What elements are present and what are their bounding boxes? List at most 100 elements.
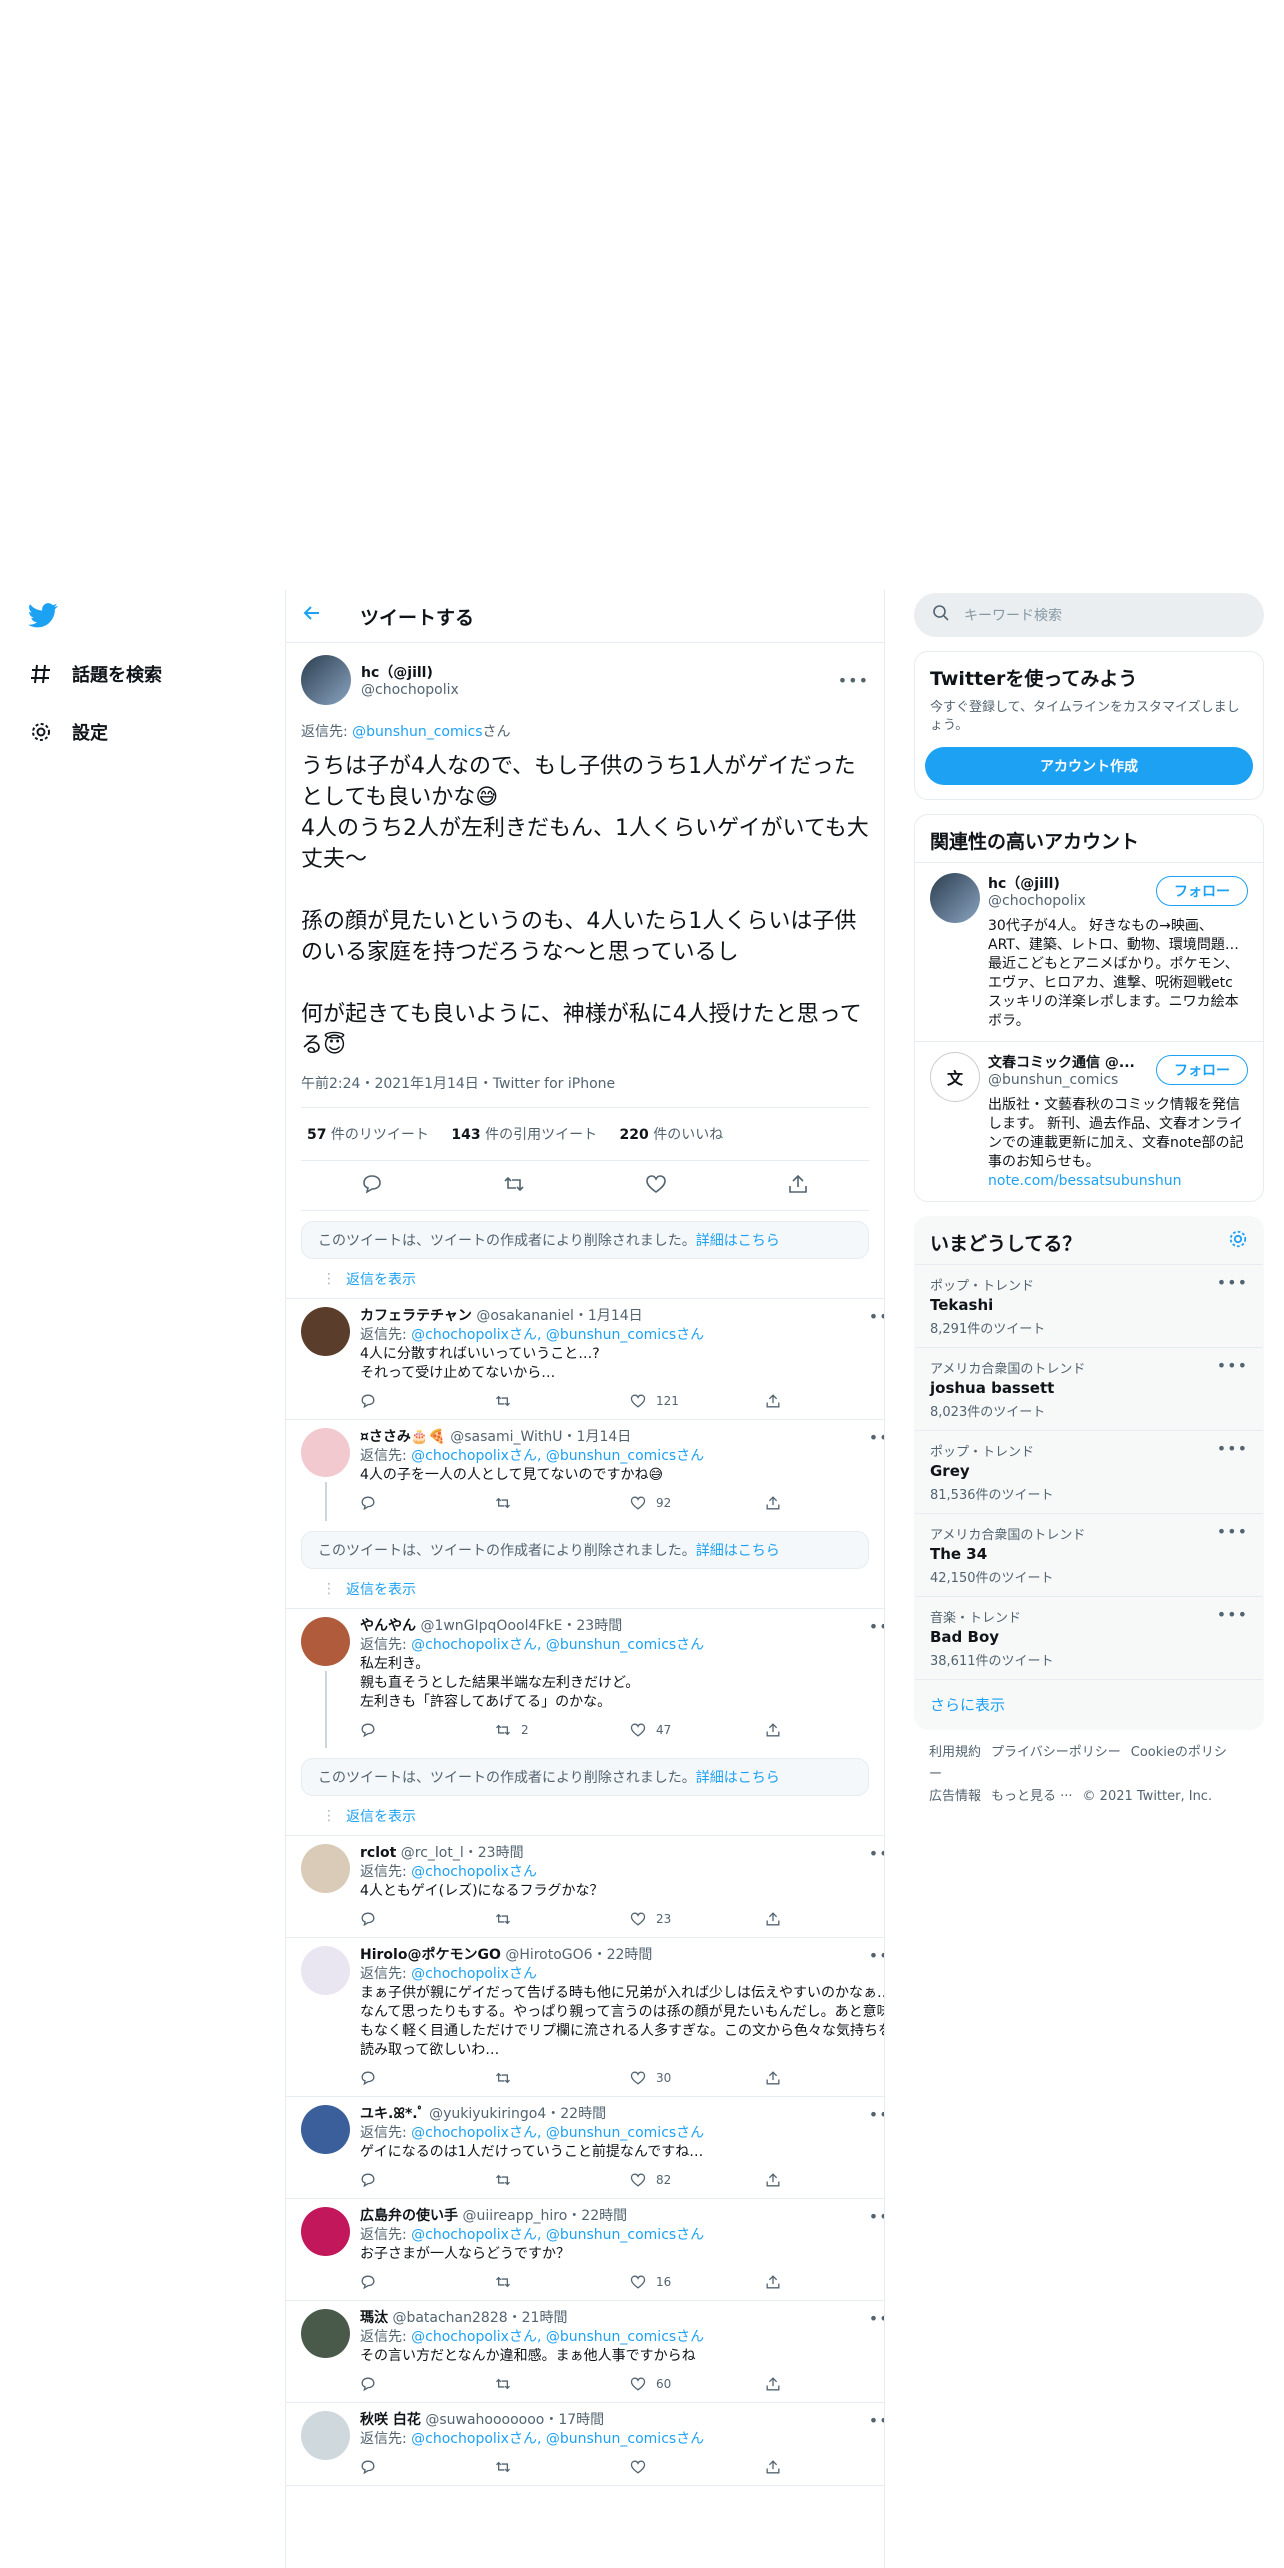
more-options-icon[interactable]: ••• — [1217, 1522, 1248, 1541]
follow-button[interactable]: フォロー — [1156, 876, 1248, 906]
avatar[interactable] — [930, 873, 980, 923]
avatar[interactable] — [301, 1617, 350, 1666]
more-options-icon[interactable]: ••• — [869, 1428, 884, 1447]
like-icon[interactable]: 82 — [630, 2170, 765, 2190]
reply-to-link[interactable]: @chochopolixさん — [411, 1864, 537, 1880]
account-name[interactable]: 文春コミック通信 @... — [988, 1052, 1135, 1072]
more-link[interactable]: もっと見る ··· — [991, 1789, 1073, 1804]
retweet-icon[interactable] — [503, 1173, 525, 1199]
reply-to-link[interactable]: @chochopolixさん, @bunshun_comicsさん — [411, 2227, 704, 2243]
reply-icon[interactable] — [360, 2374, 495, 2394]
privacy-link[interactable]: プライバシーポリシー — [991, 1745, 1121, 1760]
reply-tweet[interactable]: Hirolo@ポケモンGO @HirotoGO6・22時間 ••• 返信先: @ch… — [286, 1938, 884, 2097]
reply-tweet[interactable]: 秋咲 白花 @suwahooooooo・17時間 ••• 返信先: @chochop… — [286, 2403, 884, 2486]
share-icon[interactable] — [765, 1391, 884, 1411]
reply-tweet[interactable]: rclot @rc_lot_l・23時間 ••• 返信先: @chochopolix… — [286, 1836, 884, 1938]
author-handle[interactable]: @osakananiel — [476, 1307, 574, 1326]
reply-icon[interactable] — [360, 2272, 495, 2292]
author-name[interactable]: カフェラテチャン — [360, 1307, 472, 1326]
author-name[interactable]: hc（@jill) — [361, 662, 459, 682]
trend-item[interactable]: アメリカ合衆国のトレンド joshua bassett 8,023件のツイート ••• — [915, 1347, 1263, 1430]
like-icon[interactable]: 47 — [630, 1720, 765, 1740]
like-icon[interactable]: 92 — [630, 1493, 765, 1513]
avatar[interactable] — [301, 2105, 350, 2154]
back-arrow-icon[interactable] — [302, 603, 330, 629]
share-icon[interactable] — [765, 1909, 884, 1929]
share-icon[interactable] — [787, 1173, 809, 1199]
more-options-icon[interactable]: ••• — [869, 2105, 884, 2124]
author-handle[interactable]: @1wnGIpqOool4FkE — [420, 1617, 562, 1636]
retweet-icon[interactable] — [495, 2272, 630, 2292]
share-icon[interactable] — [765, 2170, 884, 2190]
tweet-meta[interactable]: 午前2:24・2021年1月14日・Twitter for iPhone — [301, 1073, 869, 1108]
reply-icon[interactable] — [360, 1909, 495, 1929]
retweet-icon[interactable] — [495, 2068, 630, 2088]
retweet-icon[interactable] — [495, 2170, 630, 2190]
tweet-time[interactable]: ・21時間 — [508, 2309, 568, 2328]
like-icon[interactable] — [630, 2457, 765, 2477]
related-account[interactable]: hc（@jill) @chochopolix フォロー 30代子が4人。 好きな… — [915, 862, 1263, 1041]
reply-to-link[interactable]: @chochopolixさん — [411, 1966, 537, 1982]
reply-to-link[interactable]: @chochopolixさん, @bunshun_comicsさん — [411, 1448, 704, 1464]
author-name[interactable]: 秋咲 白花 — [360, 2411, 421, 2430]
like-icon[interactable]: 16 — [630, 2272, 765, 2292]
follow-button[interactable]: フォロー — [1156, 1055, 1248, 1085]
like-icon[interactable]: 121 — [630, 1391, 765, 1411]
account-handle[interactable]: @chochopolix — [988, 893, 1086, 909]
reply-tweet[interactable]: ¤ささみ🎂🍕 @sasami_WithU・1月14日 ••• 返信先: @choch… — [286, 1420, 884, 1521]
like-icon[interactable]: 23 — [630, 1909, 765, 1929]
nav-settings[interactable]: 設定 — [28, 703, 248, 761]
author-handle[interactable]: @yukiyukiringo4 — [429, 2105, 546, 2124]
show-replies-button[interactable]: ⋮ 返信を表示 — [286, 1259, 884, 1299]
author-handle[interactable]: @suwahooooooo — [425, 2411, 544, 2430]
quote-count[interactable]: 143 件の引用ツイート — [451, 1127, 597, 1143]
retweet-icon[interactable] — [495, 1391, 630, 1411]
share-icon[interactable] — [765, 1493, 884, 1513]
like-count[interactable]: 220 件のいいね — [620, 1127, 724, 1143]
share-icon[interactable] — [765, 1720, 884, 1740]
more-options-icon[interactable]: ••• — [869, 1946, 884, 1965]
reply-to-link[interactable]: @chochopolixさん, @bunshun_comicsさん — [411, 1327, 704, 1343]
more-options-icon[interactable]: ••• — [1217, 1356, 1248, 1375]
author-name[interactable]: rclot — [360, 1844, 396, 1863]
tweet-time[interactable]: ・17時間 — [544, 2411, 604, 2430]
trend-item[interactable]: ポップ・トレンド Tekashi 8,291件のツイート ••• — [915, 1264, 1263, 1347]
details-link[interactable]: 詳細はこちら — [696, 1230, 780, 1250]
more-options-icon[interactable]: ••• — [869, 2207, 884, 2226]
author-name[interactable]: やんやん — [360, 1617, 416, 1636]
details-link[interactable]: 詳細はこちら — [696, 1767, 780, 1787]
ads-link[interactable]: 広告情報 — [929, 1789, 981, 1804]
reply-icon[interactable] — [360, 2068, 495, 2088]
tweet-time[interactable]: ・1月14日 — [563, 1428, 632, 1447]
author-name[interactable]: Hirolo@ポケモンGO — [360, 1946, 501, 1965]
reply-icon[interactable] — [361, 1173, 383, 1199]
author-name[interactable]: 広島弁の使い手 — [360, 2207, 458, 2226]
reply-icon[interactable] — [360, 1391, 495, 1411]
bio-link[interactable]: note.com/bessatsubunshun — [988, 1173, 1181, 1189]
tweet-time[interactable]: ・1月14日 — [574, 1307, 643, 1326]
trend-item[interactable]: 音楽・トレンド Bad Boy 38,611件のツイート ••• — [915, 1596, 1263, 1679]
share-icon[interactable] — [765, 2457, 884, 2477]
retweet-icon[interactable] — [495, 2457, 630, 2477]
more-options-icon[interactable]: ••• — [869, 1307, 884, 1326]
reply-to-link[interactable]: @chochopolixさん, @bunshun_comicsさん — [411, 2431, 704, 2447]
search-input[interactable]: キーワード検索 — [914, 593, 1264, 637]
retweet-icon[interactable] — [495, 1909, 630, 1929]
avatar[interactable] — [301, 2411, 350, 2460]
like-icon[interactable] — [645, 1173, 667, 1199]
more-options-icon[interactable]: ••• — [869, 1844, 884, 1863]
author-name[interactable]: ¤ささみ🎂🍕 — [360, 1428, 446, 1447]
more-options-icon[interactable]: ••• — [1217, 1439, 1248, 1458]
show-replies-button[interactable]: ⋮ 返信を表示 — [286, 1569, 884, 1609]
reply-to-link[interactable]: @bunshun_comics — [352, 724, 482, 740]
author-handle[interactable]: @chochopolix — [361, 682, 459, 698]
reply-tweet[interactable]: ユキ.ꕤ*.ﾟ @yukiyukiringo4・22時間 ••• 返信先: @cho… — [286, 2097, 884, 2199]
account-handle[interactable]: @bunshun_comics — [988, 1072, 1135, 1088]
reply-icon[interactable] — [360, 1720, 495, 1740]
show-more-link[interactable]: さらに表示 — [915, 1679, 1263, 1729]
more-options-icon[interactable]: ••• — [869, 2309, 884, 2328]
avatar[interactable] — [301, 1844, 350, 1893]
author-name[interactable]: 瑪汰 — [360, 2309, 388, 2328]
related-account[interactable]: 文 文春コミック通信 @... @bunshun_comics フォロー 出版社… — [915, 1041, 1263, 1201]
reply-tweet[interactable]: やんやん @1wnGIpqOool4FkE・23時間 ••• 返信先: @choch… — [286, 1609, 884, 1748]
